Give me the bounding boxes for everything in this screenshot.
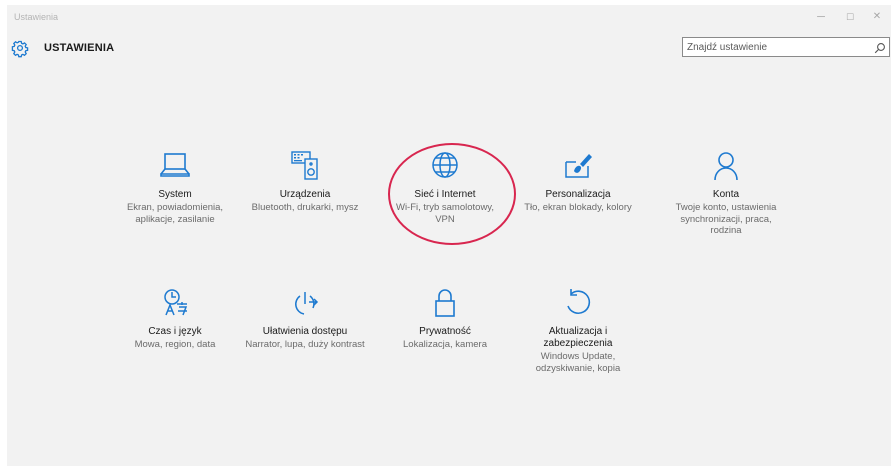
search-box[interactable] [682,37,890,57]
tile-ease-of-access-desc: Narrator, lupa, duży kontrast [245,339,365,350]
tile-personalization-name: Personalizacja [545,189,611,200]
gear-icon [11,40,29,58]
globe-icon [427,150,463,184]
tile-devices[interactable]: Urządzenia Bluetooth, drukarki, mysz [245,150,365,214]
search-input[interactable] [687,39,867,55]
tile-privacy-desc: Lokalizacja, kamera [403,339,487,350]
page-title: USTAWIENIA [44,42,115,54]
keyboard-speaker-icon [287,150,323,184]
tile-time-language[interactable]: Czas i język Mowa, region, data [115,287,235,351]
tile-ease-of-access[interactable]: Ułatwienia dostępu Narrator, lupa, duży … [245,287,365,351]
refresh-icon [560,287,596,321]
tile-system-desc: Ekran, powiadomienia, aplikacje, zasilan… [126,202,224,225]
tile-update-security-desc: Windows Update, odzyskiwanie, kopia [535,351,621,374]
tile-ease-of-access-name: Ułatwienia dostępu [262,326,348,337]
tile-system-name: System [158,189,192,200]
tile-network[interactable]: Sieć i Internet Wi-Fi, tryb samolotowy, … [385,150,505,225]
search-icon[interactable] [874,41,886,54]
tile-privacy[interactable]: Prywatność Lokalizacja, kamera [385,287,505,351]
close-button[interactable]: ✕ [866,9,888,25]
tile-personalization[interactable]: Personalizacja Tło, ekran blokady, kolor… [518,150,638,214]
tile-devices-name: Urządzenia [279,189,331,200]
clock-language-icon [157,287,193,321]
tile-accounts-desc: Twoje konto, ustawienia synchronizacji, … [675,202,777,236]
title-bar[interactable]: Ustawienia ─ ☐ ✕ [7,5,891,31]
tile-network-name: Sieć i Internet [414,189,476,200]
window-title: Ustawienia [14,12,59,22]
tile-update-security[interactable]: Aktualizacja i zabezpieczenia Windows Up… [518,287,638,374]
tile-accounts[interactable]: Konta Twoje konto, ustawienia synchroniz… [666,150,786,237]
settings-window: Ustawienia ─ ☐ ✕ USTAWIENIA Znajdź ustaw… [7,5,891,466]
tile-devices-desc: Bluetooth, drukarki, mysz [251,202,359,213]
tile-time-language-desc: Mowa, region, data [134,339,216,350]
maximize-button[interactable]: ☐ [839,9,861,25]
tile-accounts-name: Konta [712,189,740,200]
tile-personalization-desc: Tło, ekran blokady, kolory [524,202,632,213]
tile-time-language-name: Czas i język [148,326,202,337]
person-icon [708,150,744,184]
accessibility-icon [287,287,323,321]
tile-update-security-name: Aktualizacja i zabezpieczenia [543,326,613,349]
lock-icon [427,287,463,321]
tile-privacy-name: Prywatność [419,326,471,337]
minimize-button[interactable]: ─ [810,9,832,25]
paintbrush-icon [560,150,596,184]
tile-system[interactable]: System Ekran, powiadomienia, aplikacje, … [115,150,235,225]
laptop-icon [157,150,193,184]
tile-network-desc: Wi-Fi, tryb samolotowy, VPN [395,202,494,225]
